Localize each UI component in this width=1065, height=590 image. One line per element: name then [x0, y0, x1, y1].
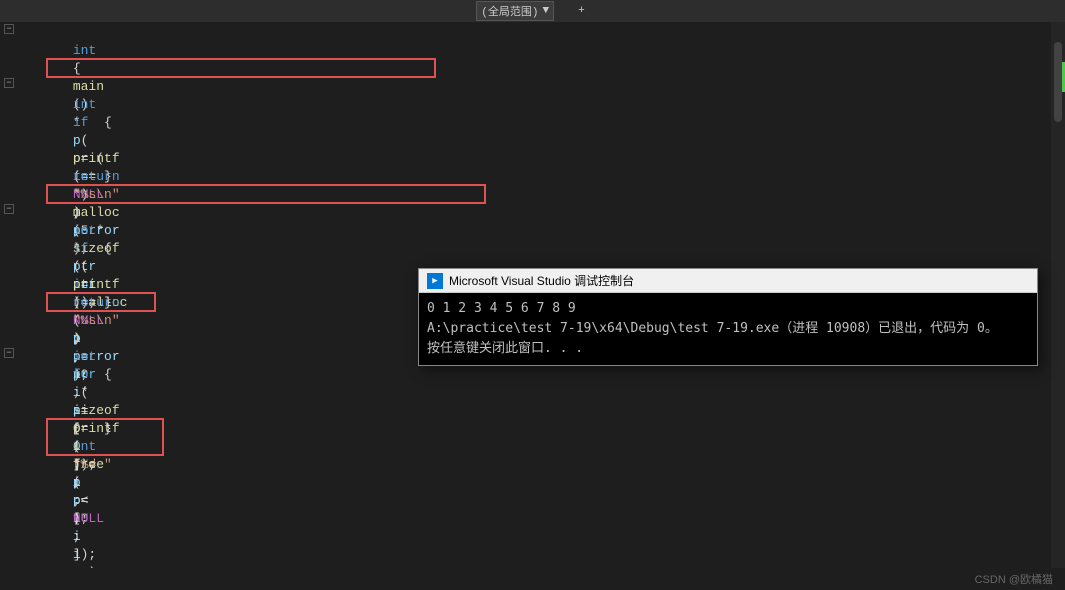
console-titlebar: ▶ Microsoft Visual Studio 调试控制台 — [419, 269, 1037, 293]
watermark: CSDN @欧橘猫 — [975, 571, 1053, 587]
code-line-20: p [ i ] = i ; — [26, 366, 1043, 384]
console-output-line3: 按任意键关闭此窗口. . . — [427, 339, 1029, 359]
code-line-9 — [26, 168, 1043, 186]
code-line-21: printf ( "%d " , p [ i ]); — [26, 384, 1043, 402]
code-line-2: { — [26, 42, 1043, 60]
code-line-24: p = NULL ; — [26, 438, 1043, 456]
code-line-8: } — [26, 150, 1043, 168]
code-line-5: { — [26, 96, 1043, 114]
dropdown-arrow-icon: ▼ — [542, 5, 549, 17]
console-output-line2: A:\practice\test 7-19\x64\Debug\test 7-1… — [427, 319, 1029, 339]
code-line-10: int * ptr = realloc ( p , 10 * sizeof ( … — [26, 186, 1043, 204]
code-line-3: int * p = ( int *) malloc (5 * sizeof ( … — [26, 60, 1043, 78]
collapse-if2[interactable]: − — [2, 204, 16, 215]
minus-icon-for: − — [4, 348, 14, 358]
minus-icon-if1: − — [4, 78, 14, 88]
bottom-bar: CSDN @欧橘猫 — [0, 568, 1065, 590]
code-line-23: free ( p ); — [26, 420, 1043, 438]
code-line-11: if ( ptr == NULL ) — [26, 204, 1043, 222]
collapse-if1[interactable]: − — [2, 78, 16, 89]
code-line-1: int main () — [26, 24, 1043, 42]
console-app-icon: ▶ — [427, 273, 443, 289]
code-line-22: } — [26, 402, 1043, 420]
scope-dropdown-label: (全局范围) — [481, 3, 538, 19]
scrollbar-thumb[interactable] — [1054, 42, 1062, 122]
console-body: 0 1 2 3 4 5 6 7 8 9 A:\practice\test 7-1… — [419, 293, 1037, 365]
add-button[interactable]: + — [574, 4, 589, 18]
code-line-6: printf ( "%s\n" , perror ); — [26, 114, 1043, 132]
code-line-25 — [26, 456, 1043, 474]
code-line-12: { — [26, 222, 1043, 240]
console-overlay: ▶ Microsoft Visual Studio 调试控制台 0 1 2 3 … — [418, 268, 1038, 366]
minus-icon-main: − — [4, 24, 14, 34]
collapse-for[interactable]: − — [2, 348, 16, 359]
code-line-13: printf ( "%s\n" , perror ); — [26, 240, 1043, 258]
gutter: − − − − — [0, 22, 18, 590]
collapse-main[interactable]: − — [2, 24, 16, 35]
scrollbar[interactable] — [1051, 22, 1065, 590]
code-line-4: if ( p == NULL ) — [26, 78, 1043, 96]
minus-icon-if2: − — [4, 204, 14, 214]
top-bar: (全局范围) ▼ + — [0, 0, 1065, 22]
console-output-line1: 0 1 2 3 4 5 6 7 8 9 — [427, 299, 1029, 319]
console-title: Microsoft Visual Studio 调试控制台 — [449, 272, 634, 289]
scope-dropdown[interactable]: (全局范围) ▼ — [476, 1, 554, 21]
code-line-7: return 1 ; — [26, 132, 1043, 150]
